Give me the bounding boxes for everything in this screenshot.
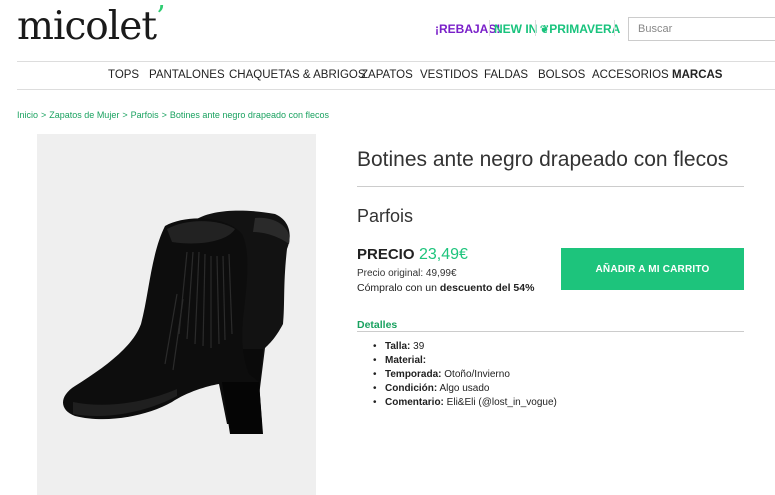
nav-item-marcas[interactable]: MARCAS [672,69,722,81]
detail-condicion: • Condición: Algo usado [373,383,490,394]
discount-value: descuento del 54% [439,282,535,294]
nav-item-bolsos[interactable]: BOLSOS [538,69,585,81]
nav-item-zapatos[interactable]: ZAPATOS [361,69,413,81]
promo-rebajas-link[interactable]: ¡REBAJAS! [435,22,500,36]
divider [489,20,490,36]
detail-temporada: • Temporada: Otoño/Invierno [373,369,510,380]
nav-item-faldas[interactable]: FALDAS [484,69,528,81]
details-list: • Talla: 39 • Material: • Temporada: Otoño/… [373,340,557,410]
original-price: Precio original: 49,99€ [357,268,457,279]
promo-primavera-link[interactable]: ❦PRIMAVERA [540,22,620,36]
main-nav: TOPS PANTALONES CHAQUETAS & ABRIGOS ZAPA… [0,69,775,83]
nav-item-tops[interactable]: TOPS [108,69,139,81]
nav-item-pantalones[interactable]: PANTALONES [149,69,225,81]
product-title: Botines ante negro drapeado con flecos [357,148,729,171]
boot-illustration [63,210,290,434]
search-input[interactable] [628,17,775,41]
breadcrumb-separator: > [122,110,128,120]
details-divider [357,331,744,332]
product-image[interactable] [37,134,316,495]
add-to-cart-button[interactable]: AÑADIR A MI CARRITO [561,248,744,290]
header-divider [17,61,775,62]
discount-text: Cómpralo con un descuento del 54% [357,282,534,294]
detail-material: • Material: [373,355,427,366]
breadcrumb-current[interactable]: Botines ante negro drapeado con flecos [170,110,329,120]
promo-primavera-label: PRIMAVERA [549,22,621,36]
breadcrumb-brand[interactable]: Parfois [131,110,159,120]
details-heading: Detalles [357,319,398,331]
title-divider [357,186,744,187]
promo-newin-link[interactable]: NEW IN [494,22,537,36]
detail-talla: • Talla: 39 [373,341,425,352]
breadcrumb-separator: > [41,110,47,120]
price-row: PRECIO 23,49€ [357,246,468,264]
nav-divider [17,89,775,90]
site-logo[interactable]: micolet’ [17,0,166,49]
breadcrumb-inicio[interactable]: Inicio [17,110,38,120]
nav-item-accesorios[interactable]: ACCESORIOS [592,69,669,81]
breadcrumb-zapatos[interactable]: Zapatos de Mujer [49,110,119,120]
nav-item-chaquetas[interactable]: CHAQUETAS & ABRIGOS [229,69,366,81]
divider [535,20,536,36]
nav-item-vestidos[interactable]: VESTIDOS [420,69,478,81]
leaf-icon: ❦ [540,24,550,36]
product-brand[interactable]: Parfois [357,206,413,227]
divider [614,20,615,36]
detail-comentario: • Comentario: Eli&Eli (@lost_in_vogue) [373,397,557,408]
breadcrumb: Inicio > Zapatos de Mujer > Parfois > Botines … [17,110,329,120]
price-label: PRECIO [357,246,415,263]
breadcrumb-separator: > [161,110,167,120]
site-header: micolet’ ¡REBAJAS! NEW IN ❦PRIMAVERA [0,0,775,62]
discount-prefix: Cómpralo con un [357,282,440,294]
price-value: 23,49€ [418,246,468,263]
